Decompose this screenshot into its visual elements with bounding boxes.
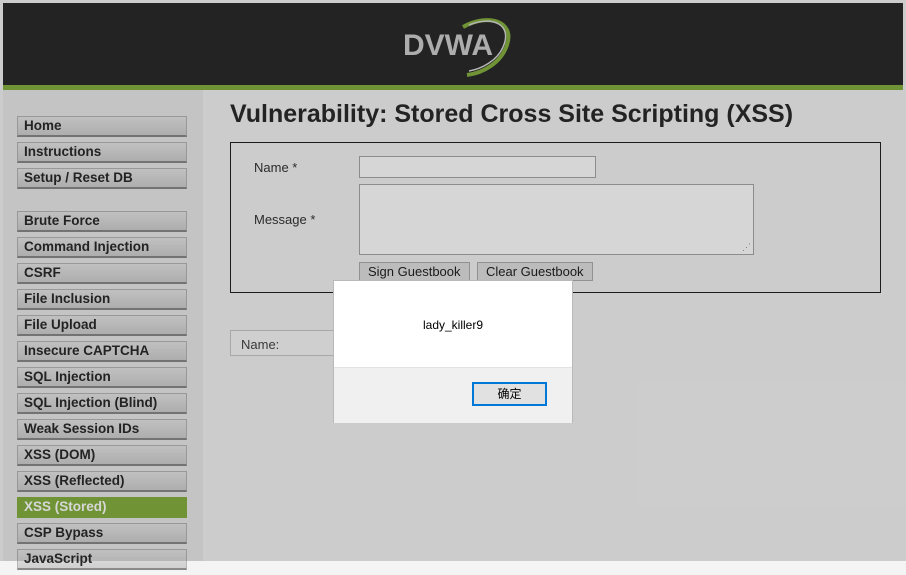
alert-message: lady_killer9	[422, 318, 484, 332]
alert-dialog: lady_killer9 确定	[333, 280, 573, 423]
ok-button[interactable]: 确定	[472, 382, 547, 406]
alert-footer: 确定	[334, 367, 572, 423]
